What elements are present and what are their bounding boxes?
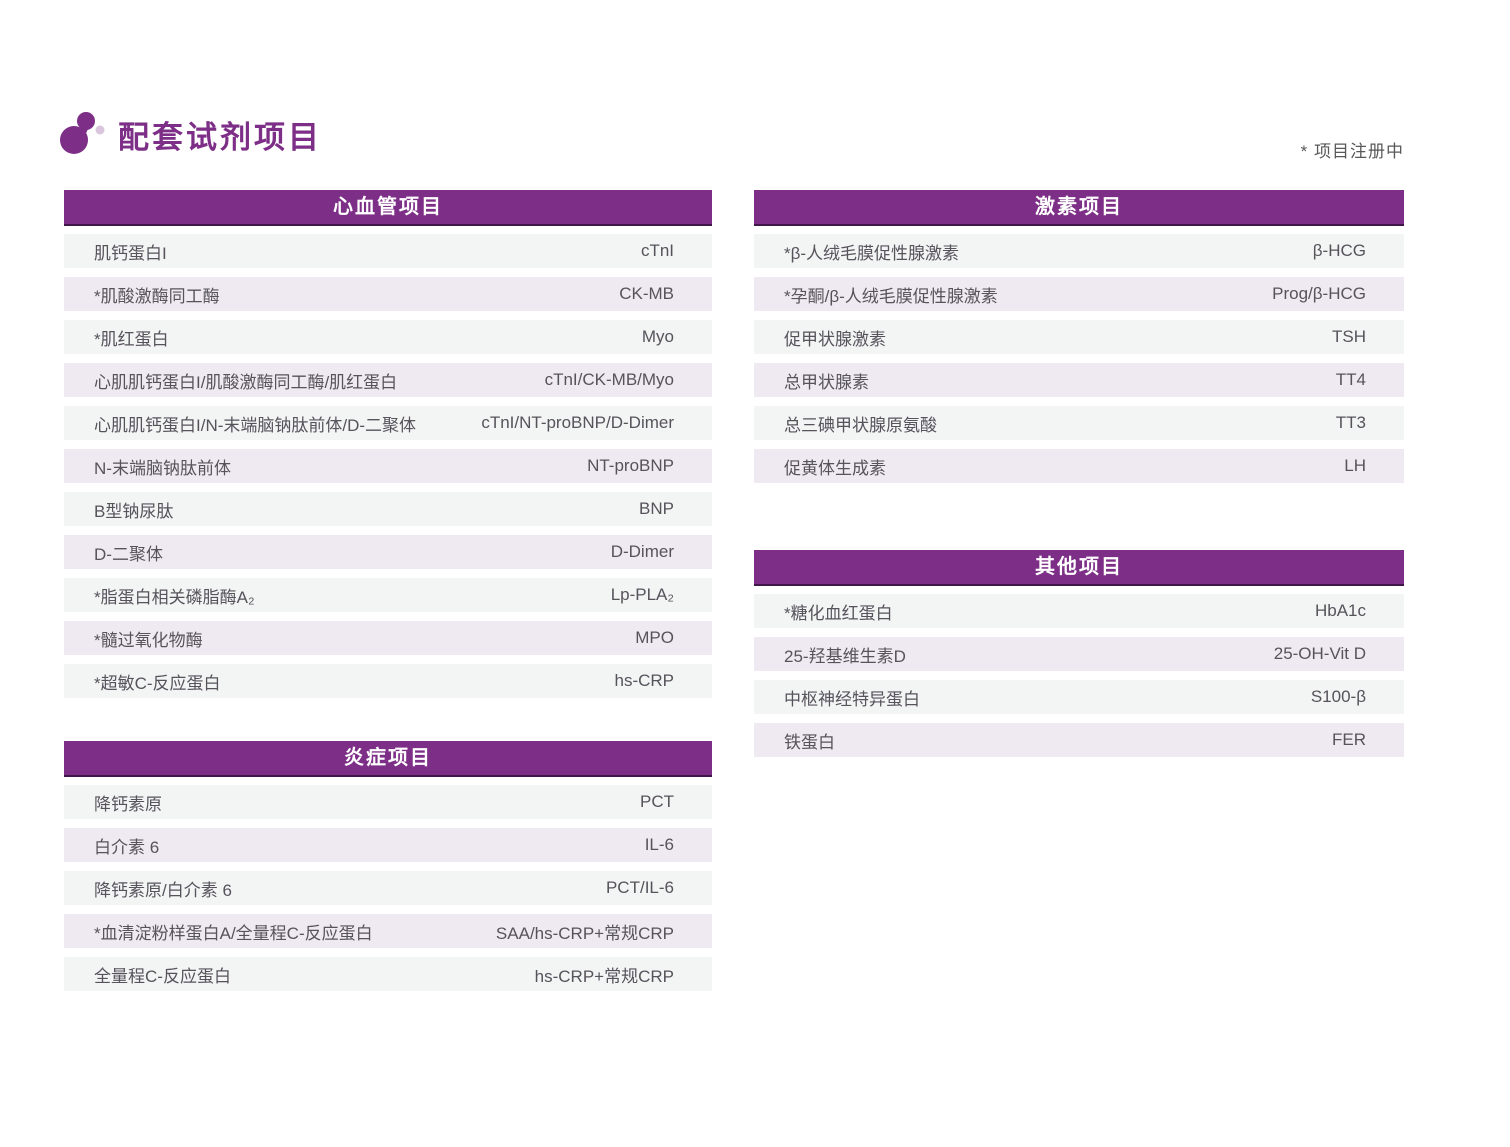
table-header-inflammation: 炎症项目 [64, 741, 712, 777]
table-row: 心肌肌钙蛋白I/N-末端脑钠肽前体/D-二聚体 cTnI/NT-proBNP/D-… [64, 406, 712, 440]
table-header-cardiovascular: 心血管项目 [64, 190, 712, 226]
item-name: *β-人绒毛膜促性腺激素 [784, 239, 959, 264]
item-name: *脂蛋白相关磷脂酶A₂ [94, 583, 255, 608]
table-header-other: 其他项目 [754, 550, 1404, 586]
right-column: 激素项目 *β-人绒毛膜促性腺激素 β-HCG *孕酮/β-人绒毛膜促性腺激素 Pro… [754, 190, 1404, 757]
item-code: hs-CRP [614, 671, 674, 691]
table-row: *β-人绒毛膜促性腺激素 β-HCG [754, 234, 1404, 268]
table-row: *血清淀粉样蛋白A/全量程C-反应蛋白 SAA/hs-CRP+常规CRP [64, 914, 712, 948]
table-inflammation: 炎症项目 降钙素原 PCT 白介素 6 IL-6 降钙素原/白介素 6 PCT/IL-6 *… [64, 741, 712, 991]
table-row: *肌红蛋白 Myo [64, 320, 712, 354]
item-code: cTnI/CK-MB/Myo [545, 370, 674, 390]
item-code: TT4 [1336, 370, 1366, 390]
item-name: 总三碘甲状腺原氨酸 [784, 411, 937, 436]
item-code: TT3 [1336, 413, 1366, 433]
table-row: 中枢神经特异蛋白 S100-β [754, 680, 1404, 714]
item-name: N-末端脑钠肽前体 [94, 454, 231, 479]
item-name: *肌酸激酶同工酶 [94, 282, 220, 307]
item-code: TSH [1332, 327, 1366, 347]
item-code: MPO [635, 628, 674, 648]
item-name: 降钙素原/白介素 6 [94, 876, 232, 901]
item-code: NT-proBNP [587, 456, 674, 476]
table-row: 促黄体生成素 LH [754, 449, 1404, 483]
item-code: Prog/β-HCG [1272, 284, 1366, 304]
table-row: 总三碘甲状腺原氨酸 TT3 [754, 406, 1404, 440]
item-code: IL-6 [645, 835, 674, 855]
table-row: 肌钙蛋白I cTnI [64, 234, 712, 268]
item-code: Myo [642, 327, 674, 347]
brochure-page: 配套试剂项目 * 项目注册中 心血管项目 肌钙蛋白I cTnI *肌酸激酶同工酶 CK… [0, 0, 1510, 1147]
table-row: 全量程C-反应蛋白 hs-CRP+常规CRP [64, 957, 712, 991]
item-code: HbA1c [1315, 601, 1366, 621]
item-code: FER [1332, 730, 1366, 750]
item-name: 心肌肌钙蛋白I/肌酸激酶同工酶/肌红蛋白 [94, 368, 397, 393]
item-name: *超敏C-反应蛋白 [94, 669, 221, 694]
table-row: *髓过氧化物酶 MPO [64, 621, 712, 655]
item-code: Lp-PLA₂ [611, 585, 674, 605]
item-name: 心肌肌钙蛋白I/N-末端脑钠肽前体/D-二聚体 [94, 411, 416, 436]
item-name: D-二聚体 [94, 540, 163, 565]
item-name: B型钠尿肽 [94, 497, 173, 522]
table-row: 总甲状腺素 TT4 [754, 363, 1404, 397]
table-row: 降钙素原 PCT [64, 785, 712, 819]
table-row: 心肌肌钙蛋白I/肌酸激酶同工酶/肌红蛋白 cTnI/CK-MB/Myo [64, 363, 712, 397]
item-code: D-Dimer [611, 542, 674, 562]
table-row: *糖化血红蛋白 HbA1c [754, 594, 1404, 628]
table-hormone: 激素项目 *β-人绒毛膜促性腺激素 β-HCG *孕酮/β-人绒毛膜促性腺激素 Pro… [754, 190, 1404, 483]
left-column: 心血管项目 肌钙蛋白I cTnI *肌酸激酶同工酶 CK-MB *肌红蛋白 Myo 心肌肌钙… [64, 190, 712, 991]
blob-drop-icon [58, 108, 106, 160]
item-name: *糖化血红蛋白 [784, 599, 893, 624]
table-row: 铁蛋白 FER [754, 723, 1404, 757]
table-row: D-二聚体 D-Dimer [64, 535, 712, 569]
page-header: 配套试剂项目 [58, 108, 322, 160]
table-other: 其他项目 *糖化血红蛋白 HbA1c 25-羟基维生素D 25-OH-Vit D 中枢神… [754, 550, 1404, 757]
item-name: *孕酮/β-人绒毛膜促性腺激素 [784, 282, 998, 307]
table-body-inflammation: 降钙素原 PCT 白介素 6 IL-6 降钙素原/白介素 6 PCT/IL-6 *血清淀粉样… [64, 785, 712, 991]
table-row: *脂蛋白相关磷脂酶A₂ Lp-PLA₂ [64, 578, 712, 612]
table-body-cardiovascular: 肌钙蛋白I cTnI *肌酸激酶同工酶 CK-MB *肌红蛋白 Myo 心肌肌钙蛋白I/肌酸… [64, 234, 712, 698]
item-name: 铁蛋白 [784, 728, 835, 753]
table-cardiovascular: 心血管项目 肌钙蛋白I cTnI *肌酸激酶同工酶 CK-MB *肌红蛋白 Myo 心肌肌钙… [64, 190, 712, 698]
item-code: LH [1344, 456, 1366, 476]
item-code: SAA/hs-CRP+常规CRP [496, 919, 674, 944]
item-code: CK-MB [619, 284, 674, 304]
item-name: 总甲状腺素 [784, 368, 869, 393]
item-name: 全量程C-反应蛋白 [94, 962, 231, 987]
table-row: *超敏C-反应蛋白 hs-CRP [64, 664, 712, 698]
item-name: *肌红蛋白 [94, 325, 169, 350]
page-title: 配套试剂项目 [118, 112, 322, 157]
table-row: 促甲状腺激素 TSH [754, 320, 1404, 354]
table-row: *肌酸激酶同工酶 CK-MB [64, 277, 712, 311]
table-row: *孕酮/β-人绒毛膜促性腺激素 Prog/β-HCG [754, 277, 1404, 311]
item-code: cTnI [641, 241, 674, 261]
registration-note: * 项目注册中 [1301, 137, 1404, 162]
table-body-hormone: *β-人绒毛膜促性腺激素 β-HCG *孕酮/β-人绒毛膜促性腺激素 Prog/β-H… [754, 234, 1404, 483]
table-row: 25-羟基维生素D 25-OH-Vit D [754, 637, 1404, 671]
item-name: *髓过氧化物酶 [94, 626, 203, 651]
item-code: 25-OH-Vit D [1274, 644, 1366, 664]
item-code: BNP [639, 499, 674, 519]
table-row: B型钠尿肽 BNP [64, 492, 712, 526]
item-name: *血清淀粉样蛋白A/全量程C-反应蛋白 [94, 919, 373, 944]
table-row: N-末端脑钠肽前体 NT-proBNP [64, 449, 712, 483]
table-row: 降钙素原/白介素 6 PCT/IL-6 [64, 871, 712, 905]
item-code: PCT [640, 792, 674, 812]
item-code: hs-CRP+常规CRP [535, 962, 674, 987]
table-row: 白介素 6 IL-6 [64, 828, 712, 862]
item-code: cTnI/NT-proBNP/D-Dimer [481, 413, 674, 433]
table-header-hormone: 激素项目 [754, 190, 1404, 226]
table-body-other: *糖化血红蛋白 HbA1c 25-羟基维生素D 25-OH-Vit D 中枢神经特异蛋白… [754, 594, 1404, 757]
item-name: 肌钙蛋白I [94, 239, 167, 264]
item-name: 促黄体生成素 [784, 454, 886, 479]
item-name: 降钙素原 [94, 790, 162, 815]
item-code: β-HCG [1313, 241, 1366, 261]
item-code: PCT/IL-6 [606, 878, 674, 898]
item-name: 25-羟基维生素D [784, 642, 906, 667]
item-code: S100-β [1311, 687, 1366, 707]
item-name: 中枢神经特异蛋白 [784, 685, 920, 710]
item-name: 白介素 6 [94, 833, 159, 858]
item-name: 促甲状腺激素 [784, 325, 886, 350]
